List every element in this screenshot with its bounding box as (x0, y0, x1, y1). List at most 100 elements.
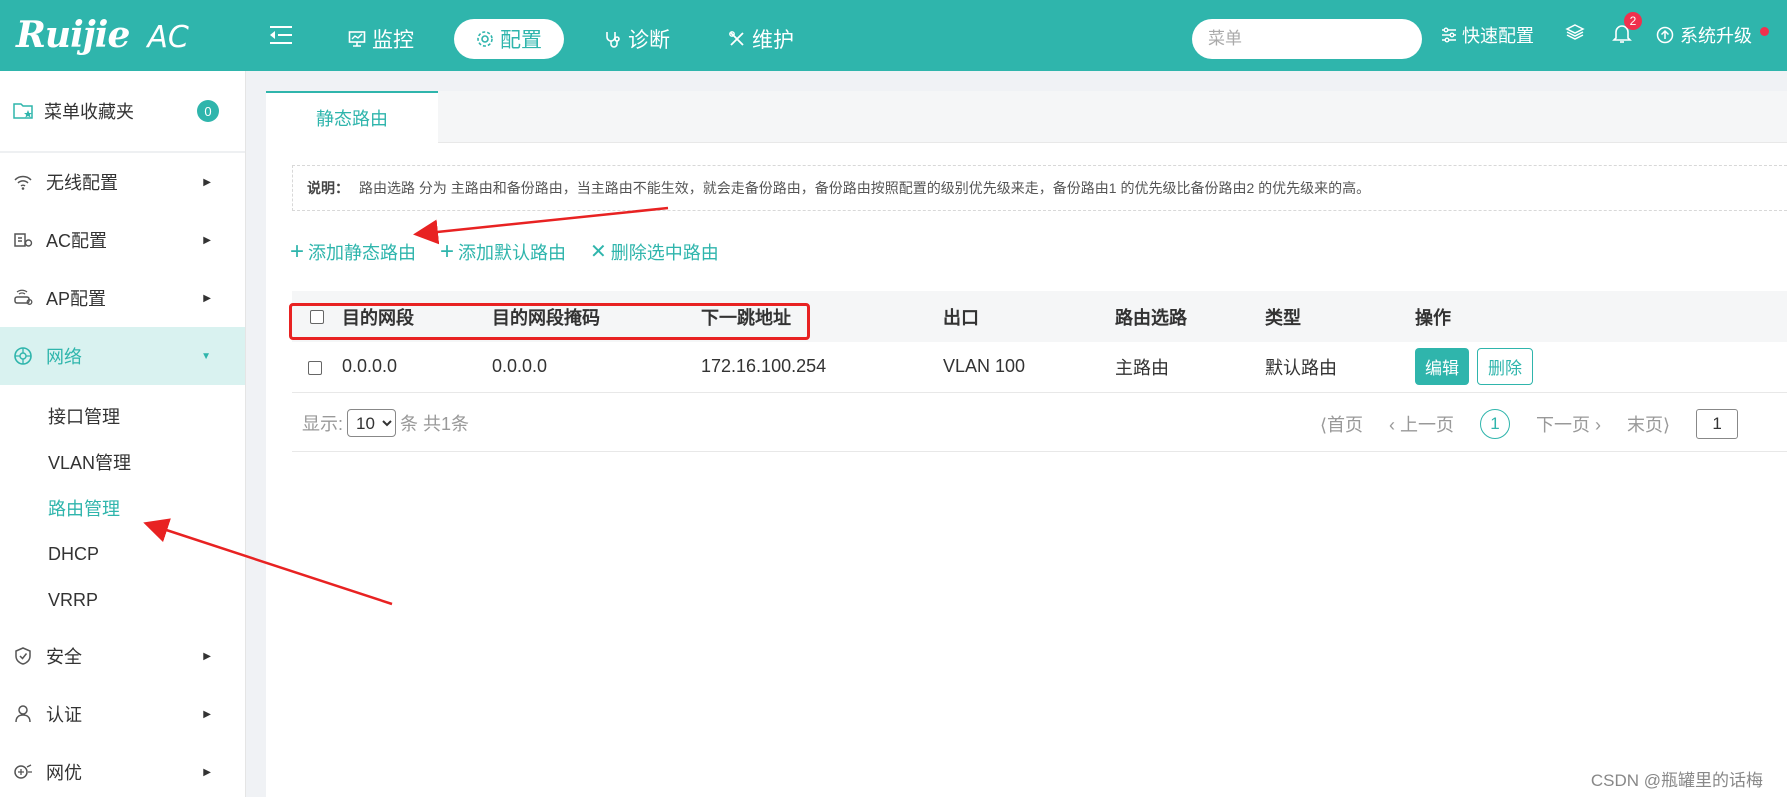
goto-page-input[interactable] (1696, 409, 1739, 439)
favorites-label: 菜单收藏夹 (44, 102, 134, 122)
ruijie-logo: Ruijie (16, 14, 130, 56)
sidebar-subitem-dhcp[interactable]: DHCP (0, 531, 245, 577)
delete-button[interactable]: 删除 (1477, 348, 1533, 386)
sidebar-item-label: AC配置 (46, 231, 108, 251)
gear-icon (477, 31, 493, 47)
upgrade-dot (1760, 27, 1769, 36)
show-label: 显示: (302, 414, 344, 434)
brand-logo[interactable]: Ruijie AC (16, 14, 189, 56)
sidebar-subitem-route[interactable]: 路由管理 (0, 485, 245, 531)
chevron-right-icon: ▶ (203, 234, 211, 246)
monitor-icon (348, 31, 366, 47)
menu-search (1192, 19, 1429, 59)
sidebar-item-security[interactable]: 安全 ▶ (0, 627, 245, 685)
notice-text: 路由选路 分为 主路由和备份路由，当主路由不能生效，就会走备份路由，备份路由按照… (359, 180, 1371, 196)
network-submenu: 接口管理 VLAN管理 路由管理 DHCP VRRP (0, 385, 245, 627)
first-page-button[interactable]: ⟨首页 (1320, 411, 1363, 437)
layers-icon[interactable] (1565, 22, 1585, 42)
nav-monitor[interactable]: 监控 (330, 19, 432, 59)
cell-route-selection: 主路由 (1115, 342, 1265, 393)
sidebar-item-network[interactable]: 网络 ▼ (0, 327, 245, 385)
total-count: 条 共1条 (400, 414, 470, 434)
select-all-checkbox[interactable] (310, 310, 324, 325)
wifi-icon (12, 173, 34, 191)
main-panel: 静态路由 说明： 路由选路 分为 主路由和备份路由，当主路由不能生效，就会走备份… (266, 91, 1787, 797)
cell-nexthop: 172.16.100.254 (701, 342, 943, 393)
sidebar-item-wireless[interactable]: 无线配置 ▶ (0, 153, 245, 211)
nav-config-label: 配置 (500, 29, 542, 52)
table-row: 0.0.0.0 0.0.0.0 172.16.100.254 VLAN 100 … (292, 342, 1787, 393)
nav-diagnose[interactable]: 诊断 (586, 19, 688, 59)
sidebar-item-label: 认证 (46, 705, 82, 725)
prev-page-button[interactable]: ‹ 上一页 (1389, 411, 1454, 437)
favorites-count: 0 (197, 100, 219, 122)
column-header: 目的网段 (342, 307, 414, 328)
column-header: 目的网段掩码 (492, 307, 600, 328)
nav-maintain-label: 维护 (752, 29, 794, 52)
cell-dest: 0.0.0.0 (342, 342, 492, 393)
plus-icon: + (440, 238, 455, 265)
watermark: CSDN @瓶罐里的话梅 (1590, 771, 1763, 790)
nav-maintain[interactable]: 维护 (710, 19, 812, 59)
column-header: 出口 (943, 307, 979, 328)
sliders-icon (1442, 27, 1456, 43)
sidebar-subitem-vrrp[interactable]: VRRP (0, 577, 245, 623)
action-bar: + 添加静态路由 + 添加默认路由 ✕ 删除选中路由 (290, 239, 719, 265)
quick-config-button[interactable]: 快速配置 (1440, 22, 1534, 48)
delete-selected-button[interactable]: ✕ 删除选中路由 (590, 239, 719, 265)
stethoscope-icon (606, 32, 620, 48)
next-page-label: 下一页 (1536, 415, 1591, 435)
upgrade-icon (1656, 26, 1674, 44)
nav-config[interactable]: 配置 (454, 19, 564, 59)
sidebar-item-auth[interactable]: 认证 ▶ (0, 685, 245, 743)
top-nav: 监控 配置 诊断 维护 (330, 19, 834, 59)
last-page-label: 末页 (1627, 415, 1664, 435)
close-icon: ✕ (590, 241, 607, 263)
ap-device-icon (12, 289, 34, 307)
delete-selected-label: 删除选中路由 (610, 243, 719, 263)
tools-icon (729, 31, 744, 46)
column-header: 路由选路 (1115, 307, 1187, 328)
search-input[interactable] (1208, 29, 1429, 49)
sidebar-subitem-interface[interactable]: 接口管理 (0, 393, 245, 439)
pagination: ⟨首页 ‹ 上一页 1 下一页 › 末页⟩ (1320, 409, 1739, 439)
plus-icon: + (290, 238, 305, 265)
last-page-button[interactable]: 末页⟩ (1627, 411, 1670, 437)
add-static-route-button[interactable]: + 添加静态路由 (290, 239, 416, 265)
sidebar-item-label: AP配置 (46, 289, 107, 309)
prev-page-label: 上一页 (1400, 415, 1455, 435)
sidebar-subitem-vlan[interactable]: VLAN管理 (0, 439, 245, 485)
table-header-row: 目的网段 目的网段掩码 下一跳地址 出口 路由选路 类型 操作 (292, 291, 1787, 342)
product-name: AC (147, 20, 189, 55)
system-upgrade-button[interactable]: 系统升级 (1656, 22, 1752, 48)
menu-collapse-icon[interactable] (268, 24, 294, 46)
current-page[interactable]: 1 (1480, 409, 1511, 439)
cell-interface: VLAN 100 (943, 342, 1115, 393)
column-header: 类型 (1265, 307, 1301, 328)
row-checkbox[interactable] (308, 360, 322, 375)
chevron-right-icon: ▶ (203, 292, 211, 304)
sidebar-item-label: 无线配置 (46, 173, 118, 193)
sidebar-item-ap-config[interactable]: AP配置 ▶ (0, 269, 245, 327)
sidebar: 菜单收藏夹 0 无线配置 ▶ AC配置 ▶ AP配置 ▶ 网络 ▼ 接口管理 V… (0, 71, 246, 797)
chevron-right-icon: ▶ (203, 708, 211, 720)
divider (292, 451, 1787, 452)
optimize-icon (12, 763, 34, 781)
page-size-select[interactable]: 10 (347, 409, 397, 437)
nav-monitor-label: 监控 (372, 29, 414, 52)
sidebar-item-ac-config[interactable]: AC配置 ▶ (0, 211, 245, 269)
quick-config-label: 快速配置 (1462, 26, 1534, 46)
chevron-right-icon: ▶ (203, 176, 211, 188)
page-size-control: 显示: 10 条 共1条 (302, 409, 469, 437)
tab-static-route[interactable]: 静态路由 (266, 91, 438, 143)
edit-button[interactable]: 编辑 (1415, 348, 1469, 386)
user-icon (12, 704, 34, 724)
shield-icon (12, 646, 34, 666)
next-page-button[interactable]: 下一页 › (1536, 411, 1601, 437)
notification-bell[interactable]: 2 (1612, 12, 1642, 44)
sidebar-item-optimize[interactable]: 网优 ▶ (0, 743, 245, 797)
menu-favorites[interactable]: 菜单收藏夹 0 (0, 71, 245, 153)
first-page-label: 首页 (1327, 415, 1364, 435)
add-default-route-label: 添加默认路由 (458, 243, 567, 263)
add-default-route-button[interactable]: + 添加默认路由 (440, 239, 566, 265)
